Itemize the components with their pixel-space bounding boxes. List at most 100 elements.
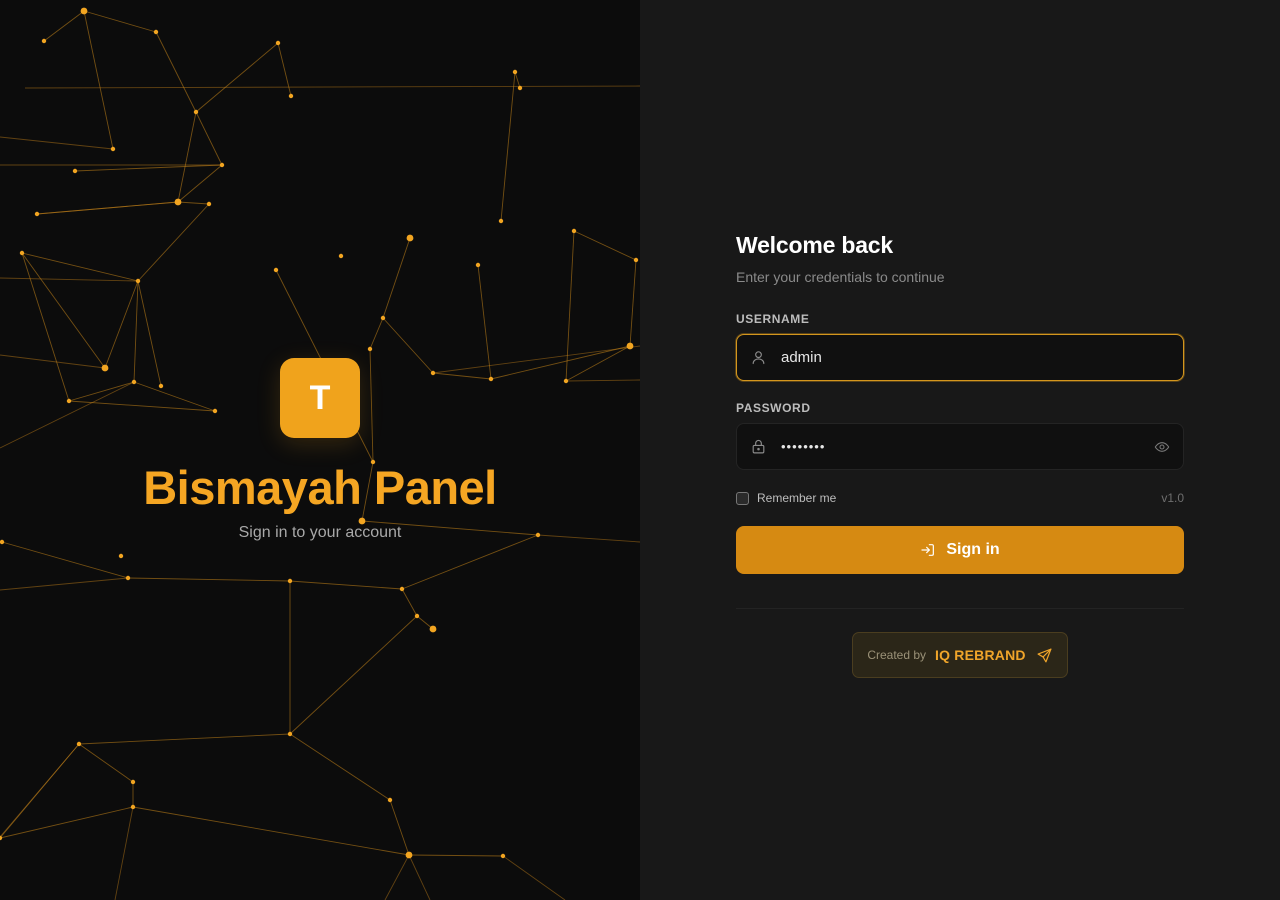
- network-node: [500, 853, 506, 859]
- network-line: [289, 615, 418, 735]
- network-node: [380, 315, 386, 321]
- network-node: [475, 262, 481, 268]
- network-line: [195, 111, 223, 166]
- network-node: [118, 553, 124, 559]
- sign-in-button[interactable]: Sign in: [736, 526, 1184, 574]
- network-node: [406, 234, 414, 242]
- network-node: [399, 586, 405, 592]
- remember-label: Remember me: [757, 491, 837, 505]
- remember-checkbox[interactable]: [736, 491, 749, 505]
- network-line: [0, 136, 114, 150]
- network-line: [114, 806, 134, 900]
- network-node: [429, 625, 437, 633]
- remember-row: Remember me v1.0: [736, 491, 1184, 505]
- network-node: [135, 278, 141, 284]
- network-node: [405, 851, 413, 859]
- network-line: [369, 317, 384, 350]
- network-line: [514, 71, 521, 89]
- network-node: [387, 797, 393, 803]
- login-panel: Welcome back Enter your credentials to c…: [640, 0, 1280, 900]
- eye-icon[interactable]: [1153, 438, 1171, 456]
- network-node: [633, 257, 639, 263]
- network-line: [0, 277, 139, 282]
- network-node: [110, 146, 116, 152]
- network-line: [43, 10, 85, 42]
- network-line: [74, 164, 223, 172]
- form-subtitle: Enter your credentials to continue: [736, 269, 945, 285]
- network-node: [130, 804, 136, 810]
- network-line: [155, 31, 197, 113]
- network-line: [382, 237, 411, 319]
- network-node: [80, 7, 88, 15]
- network-node: [512, 69, 518, 75]
- brand-subtitle: Sign in to your account: [238, 523, 402, 541]
- network-line: [83, 10, 157, 33]
- network-node: [498, 218, 504, 224]
- send-icon: [1036, 647, 1053, 664]
- network-node: [287, 578, 293, 584]
- network-line: [195, 42, 279, 113]
- network-line: [502, 855, 566, 900]
- network-node: [153, 29, 159, 35]
- network-node: [34, 211, 40, 217]
- divider: [736, 608, 1184, 609]
- network-line: [78, 743, 134, 783]
- network-node: [626, 342, 634, 350]
- username-field[interactable]: [736, 334, 1184, 381]
- password-input[interactable]: [781, 439, 1153, 454]
- username-label: USERNAME: [736, 312, 810, 326]
- network-line: [629, 259, 637, 347]
- network-node: [367, 346, 373, 352]
- network-line: [36, 201, 179, 215]
- network-line: [78, 733, 291, 745]
- network-line: [177, 201, 210, 205]
- network-node: [571, 228, 577, 234]
- network-node: [288, 93, 294, 99]
- network-line: [277, 42, 292, 97]
- network-line: [0, 743, 80, 838]
- sign-in-label: Sign in: [946, 541, 1000, 558]
- logo: T: [280, 358, 360, 438]
- login-form: Welcome back Enter your credentials to c…: [736, 232, 1184, 678]
- credit-badge[interactable]: Created by IQ REBRAND: [852, 632, 1068, 678]
- network-line: [177, 111, 197, 203]
- network-node: [76, 741, 82, 747]
- user-icon: [750, 349, 767, 366]
- network-node: [275, 40, 281, 46]
- network-line: [389, 799, 410, 856]
- network-node: [517, 85, 523, 91]
- network-line: [500, 71, 516, 222]
- network-line: [289, 733, 391, 801]
- network-node: [287, 731, 293, 737]
- password-label: PASSWORD: [736, 401, 811, 415]
- network-node: [72, 168, 78, 174]
- remember-me[interactable]: Remember me: [736, 491, 836, 505]
- username-input[interactable]: [781, 349, 1171, 366]
- network-line: [83, 10, 114, 150]
- login-icon: [920, 542, 936, 558]
- credit-name: IQ REBRAND: [935, 647, 1026, 663]
- network-line: [408, 854, 431, 900]
- network-line: [408, 854, 504, 857]
- network-line: [1, 541, 129, 579]
- network-line: [104, 280, 139, 369]
- brand-block: T Bismayah Panel Sign in to your account: [0, 358, 640, 542]
- network-node: [125, 575, 131, 581]
- logo-letter: T: [309, 379, 331, 417]
- network-line: [401, 534, 539, 590]
- network-line: [0, 577, 129, 591]
- network-node: [41, 38, 47, 44]
- network-node: [174, 198, 182, 206]
- network-node: [338, 253, 344, 259]
- network-line: [401, 588, 418, 617]
- network-node: [130, 779, 136, 785]
- network-node: [219, 162, 225, 168]
- network-node: [193, 109, 199, 115]
- form-title: Welcome back: [736, 232, 893, 258]
- network-line: [127, 577, 291, 582]
- brand-panel: T Bismayah Panel Sign in to your account: [0, 0, 640, 900]
- network-line: [24, 85, 640, 89]
- network-node: [206, 201, 212, 207]
- network-line: [384, 854, 410, 900]
- password-field[interactable]: [736, 423, 1184, 470]
